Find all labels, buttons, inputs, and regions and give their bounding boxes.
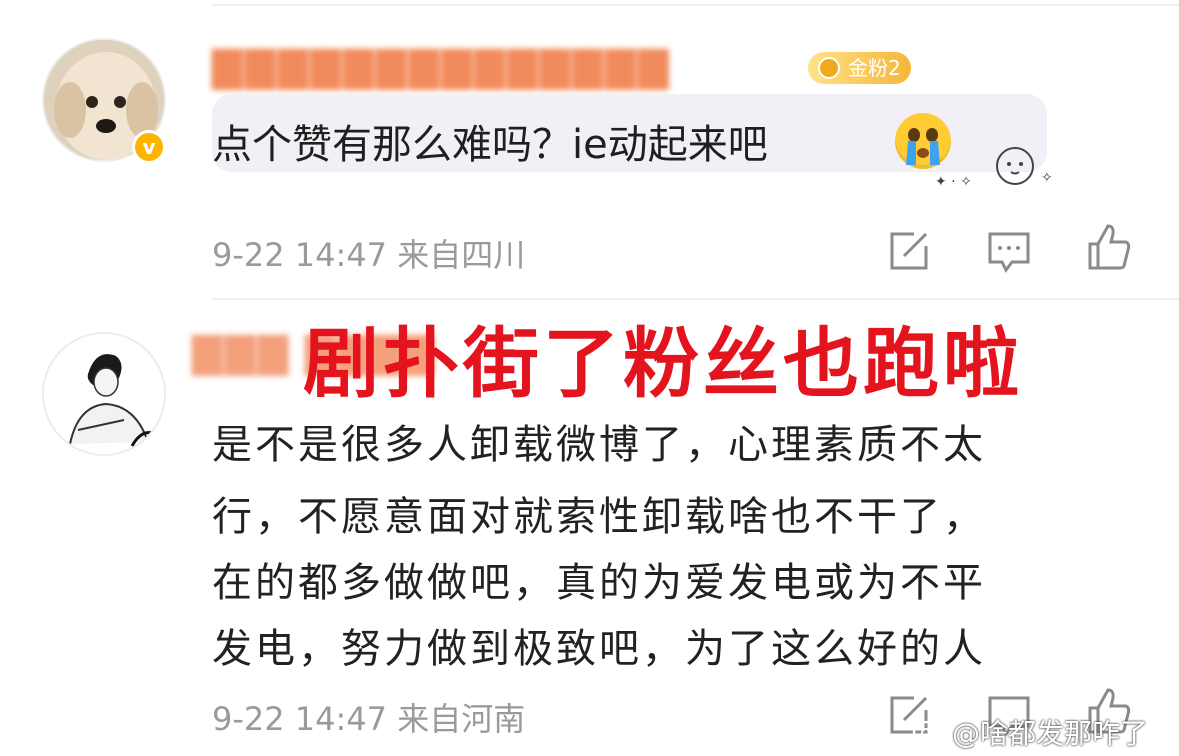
comment-divider [212, 298, 1179, 300]
comment-meta: 9-22 14:47 来自河南 [212, 700, 526, 738]
fan-badge-icon [818, 57, 840, 79]
svg-text:✧: ✧ [1041, 170, 1053, 186]
svg-text:✦ · ✧: ✦ · ✧ [935, 174, 972, 190]
watermark-text: @啥都发那咋了 [952, 717, 1149, 750]
bear-sticker-icon: ✦ · ✧ ✧ [935, 147, 1053, 190]
username-blurred[interactable]: ▇▇▇▇▇▇▇▇▇▇▇▇▇▇ [212, 44, 671, 90]
comment-icon[interactable] [984, 226, 1034, 276]
weibo-logo-icon [912, 717, 947, 744]
like-icon[interactable] [1084, 222, 1134, 272]
fan-badge-label: 金粉2 [848, 56, 901, 80]
comment-line: 行，不愿意面对就索性卸载啥也不干了， [212, 494, 986, 540]
verified-badge-icon: v [132, 130, 166, 164]
red-overlay-title: 剧扑街了粉丝也跑啦 [303, 319, 1023, 408]
avatar-sketch[interactable] [42, 332, 166, 456]
top-divider [212, 4, 1179, 6]
comment-line: 发电，努力做到极致吧，为了这么好的人 [212, 626, 986, 672]
fan-level-badge: 金粉2 [808, 52, 911, 84]
comment-meta: 9-22 14:47 来自四川 [212, 236, 526, 274]
sketch-avatar-image [44, 334, 164, 454]
comment-line: 是不是很多人卸载微博了，心理素质不太 [212, 422, 986, 468]
comment-line: 在的都多做做吧，真的为爱发电或为不平 [212, 560, 986, 606]
repost-icon[interactable] [884, 226, 934, 276]
comment-text: 点个赞有那么难吗？ie动起来吧 [212, 122, 768, 168]
